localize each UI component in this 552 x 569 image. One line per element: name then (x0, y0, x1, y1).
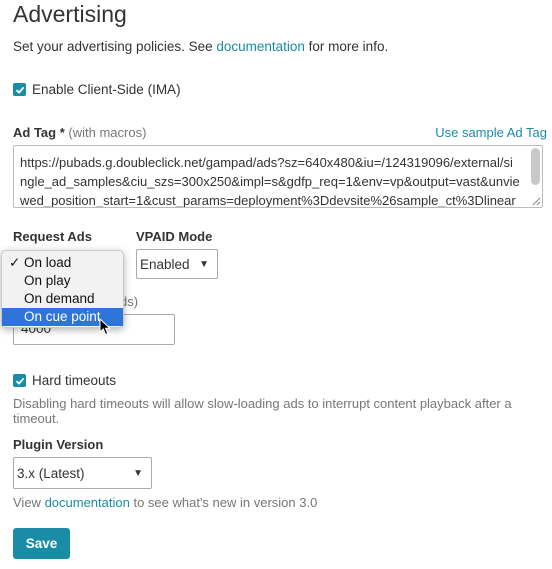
ad-tag-label: Ad Tag * (with macros) (13, 125, 146, 140)
request-ads-dropdown[interactable]: ✓ On load On play On demand On cue point (1, 250, 124, 328)
intro-text-after: for more info. (304, 39, 389, 54)
intro-text: Set your advertising policies. See docum… (13, 38, 388, 56)
plugin-version-help: View documentation to see what's new in … (13, 495, 317, 510)
vpaid-mode-label: VPAID Mode (136, 229, 213, 244)
plugin-version-label: Plugin Version (13, 437, 104, 452)
client-side-checkbox[interactable] (13, 83, 26, 96)
option-label: On play (24, 273, 71, 288)
ad-tag-label-text: Ad Tag * (13, 125, 65, 140)
chevron-down-icon: ▼ (199, 258, 209, 270)
plugin-documentation-link[interactable]: documentation (45, 495, 130, 510)
checkmark-icon: ✓ (9, 255, 21, 270)
plugin-help-before: View (13, 495, 45, 510)
use-sample-ad-tag-link[interactable]: Use sample Ad Tag (435, 125, 547, 140)
plugin-help-after: to see what's new in version 3.0 (129, 495, 318, 510)
vpaid-mode-value: Enabled (140, 256, 190, 272)
resize-handle-icon[interactable] (532, 197, 541, 206)
ad-tag-value: https://pubads.g.doubleclick.net/gampad/… (20, 155, 520, 208)
option-label: On cue point (24, 309, 101, 324)
intro-text-before: Set your advertising policies. See (13, 39, 217, 54)
option-on-load[interactable]: ✓ On load (2, 254, 123, 272)
option-label: On load (24, 255, 72, 270)
ad-tag-label-hint: (with macros) (68, 125, 147, 140)
documentation-link[interactable]: documentation (216, 39, 305, 54)
hard-timeouts-row[interactable]: Hard timeouts (13, 373, 116, 388)
client-side-label: Enable Client-Side (IMA) (32, 82, 181, 97)
textarea-scrollbar[interactable] (531, 148, 540, 185)
hard-timeouts-label: Hard timeouts (32, 373, 117, 388)
hard-timeouts-checkbox[interactable] (13, 374, 26, 387)
client-side-row[interactable]: Enable Client-Side (IMA) (13, 82, 181, 97)
page-title: Advertising (13, 1, 127, 27)
hard-timeouts-help: Disabling hard timeouts will allow slow-… (13, 396, 512, 426)
option-label: On demand (24, 291, 95, 306)
option-on-play[interactable]: On play (2, 272, 123, 290)
plugin-version-value: 3.x (Latest) (17, 465, 85, 481)
checkmark-icon (15, 86, 24, 94)
ad-tag-textarea[interactable]: https://pubads.g.doubleclick.net/gampad/… (13, 145, 543, 208)
option-on-demand[interactable]: On demand (2, 290, 123, 308)
save-button[interactable]: Save (13, 528, 70, 559)
vpaid-mode-select[interactable]: Enabled ▼ (136, 249, 218, 279)
request-ads-label: Request Ads (13, 229, 92, 244)
plugin-version-select[interactable]: 3.x (Latest) ▼ (13, 457, 152, 489)
mouse-cursor-icon (99, 318, 112, 336)
checkmark-icon (15, 377, 24, 385)
chevron-down-icon: ▼ (133, 467, 143, 479)
